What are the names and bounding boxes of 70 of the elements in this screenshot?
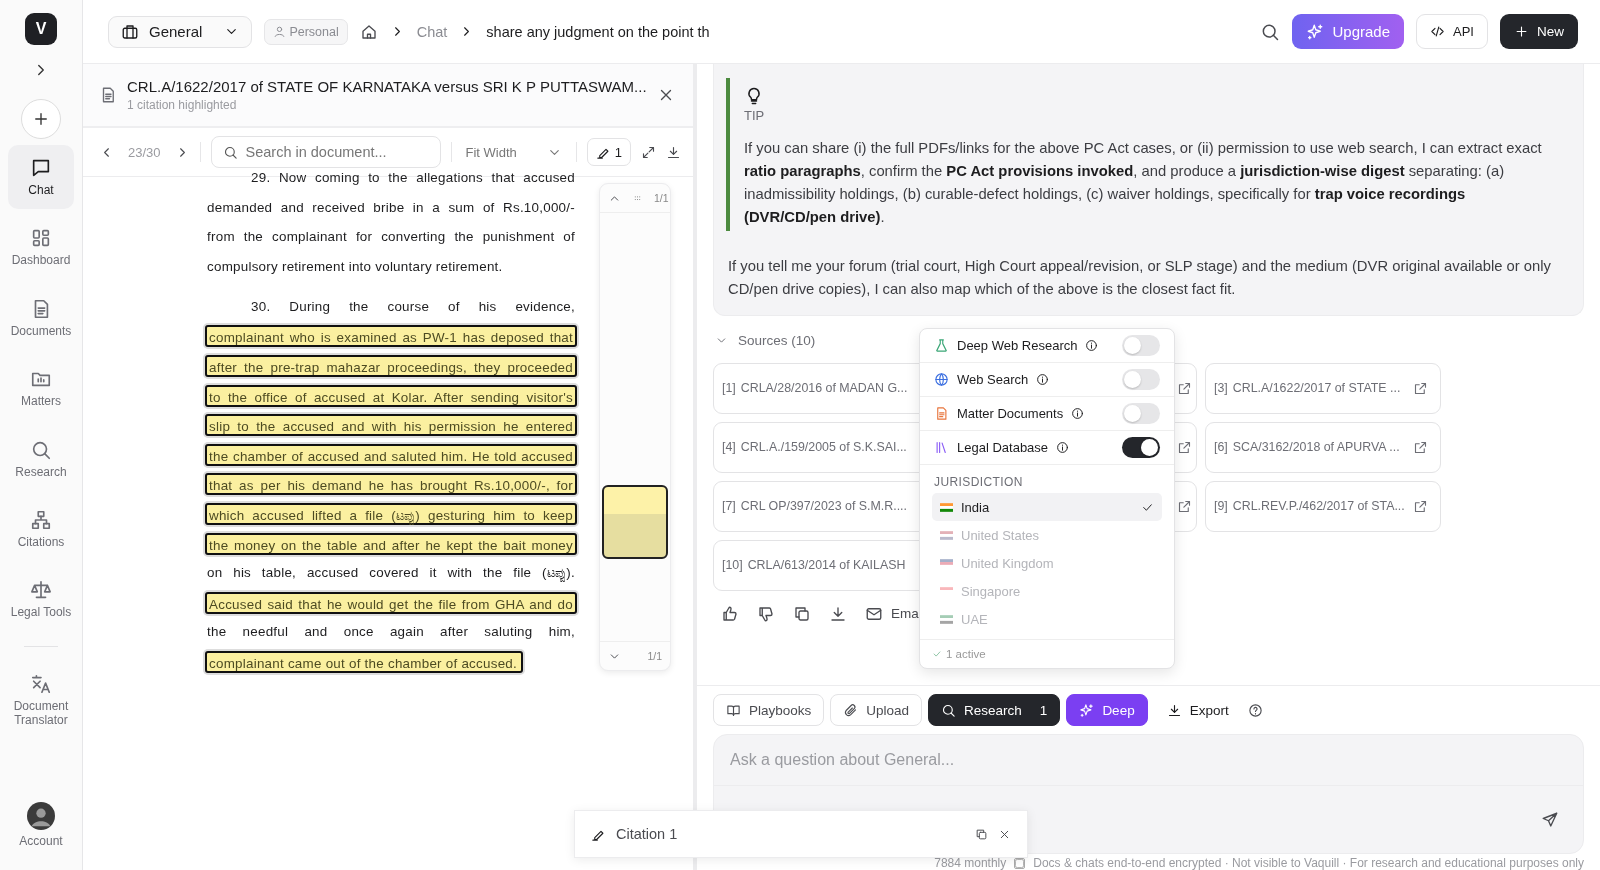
personal-badge: Personal xyxy=(264,18,348,45)
source-title: CRLA/28/2016 of MADAN G... xyxy=(740,381,908,395)
citations-button[interactable]: 1 xyxy=(586,138,631,166)
source-card[interactable]: [9] CRL.REV.P./462/2017 of STA... xyxy=(1205,480,1441,532)
tip-label: TIP xyxy=(744,108,765,123)
source-title: CRL OP/397/2023 of S.M.R.... xyxy=(740,499,907,513)
usage-text: 7884 monthly xyxy=(934,856,1007,870)
sidebar-item[interactable]: Dashboard xyxy=(8,215,74,280)
sidebar-item[interactable]: Legal Tools xyxy=(8,567,74,632)
workspace-dropdown[interactable]: General xyxy=(108,15,253,48)
source-title: CRL.REV.P./462/2017 of STA... xyxy=(1232,499,1405,513)
sidebar-item[interactable]: Chat xyxy=(8,145,74,210)
source-number: [4] xyxy=(722,440,736,454)
api-button[interactable]: API xyxy=(1416,14,1488,49)
document-line: demanded and received bribe in a sum of Rs.10,000/- xyxy=(206,198,576,217)
source-option-label: Web Search xyxy=(957,372,1029,387)
document-line: from the complainant for converting the punishment of xyxy=(206,228,576,247)
source-option-label: Legal Database xyxy=(957,440,1049,455)
toolbar-button[interactable]: Upload xyxy=(830,694,923,726)
zoom-dropdown[interactable]: Fit Width xyxy=(461,144,566,160)
toolbar-button[interactable]: Export xyxy=(1153,694,1242,726)
document-line: the needful and once again after saluting him, xyxy=(206,623,576,642)
country-option[interactable]: India xyxy=(932,493,1162,521)
toolbar-button[interactable]: Research 1 xyxy=(928,694,1061,726)
source-card[interactable]: [3] CRL.A/1622/2017 of STATE ... xyxy=(1205,362,1441,414)
document-line: 30. During the course of his evidence, xyxy=(250,297,576,316)
source-option-label: Deep Web Research xyxy=(957,338,1078,353)
document-line: on his table, accused covered it with the file (ಟಪ್ಪು). xyxy=(206,564,576,584)
message-field[interactable]: Ask a question about General... xyxy=(714,735,1583,785)
page-count: 1/1 xyxy=(654,192,669,204)
count-label: 1 xyxy=(1039,702,1048,718)
sources-toggle[interactable]: Sources (10) xyxy=(715,330,816,350)
source-number: [1] xyxy=(722,381,736,395)
source-title: CRL.A./159/2005 of S.K.SAI... xyxy=(740,440,907,454)
sidebar-item[interactable]: Citations xyxy=(8,496,74,562)
source-number: [7] xyxy=(722,499,736,513)
source-number: [3] xyxy=(1214,381,1228,395)
document-subtitle: 1 citation highlighted xyxy=(127,98,238,112)
source-card[interactable]: [6] SCA/3162/2018 of APURVA ... xyxy=(1205,421,1441,473)
breadcrumb-item: share any judgment on the point th xyxy=(486,23,710,40)
footer-note: Docs & chats end-to-end encrypted · Not visible to Vaquill · For research and educational purposes only xyxy=(1033,856,1584,870)
email-button[interactable]: Ema xyxy=(865,604,919,623)
document-title: CRL.A/1622/2017 of STATE OF KARNATAKA versus SRI K P PUTTASWAM... xyxy=(127,78,647,95)
document-line: 29. Now coming to the allegations that accused xyxy=(250,169,576,187)
sidebar-item[interactable]: Matters xyxy=(8,356,74,421)
source-title: SCA/3162/2018 of APURVA ... xyxy=(1232,440,1400,454)
sidebar-item[interactable]: Research xyxy=(8,426,74,491)
breadcrumb-item[interactable]: Chat xyxy=(416,23,448,40)
page-count: 1/1 xyxy=(647,650,662,662)
upgrade-button[interactable]: Upgrade xyxy=(1292,14,1404,49)
toolbar-button[interactable]: Deep xyxy=(1066,694,1148,726)
new-button[interactable]: New xyxy=(1500,14,1578,49)
page-counter: 23/30 xyxy=(127,144,162,160)
source-number: [10] xyxy=(722,558,743,572)
sidebar-item[interactable]: Document Translator xyxy=(8,660,74,740)
source-title: CRL.A/1622/2017 of STATE ... xyxy=(1232,381,1401,395)
account-label: Account xyxy=(19,834,63,848)
source-option-label: Matter Documents xyxy=(957,406,1064,421)
message-text: If you tell me your forum (trial court, High Court appeal/revision, or SLP stage) and the medium (DVR original available or only CD/pen drive copies), I can also map which of the above is the closest fact fit. xyxy=(728,257,1552,299)
document-line: compulsory retirement into voluntary retirement. xyxy=(206,257,504,276)
workspace-logo[interactable]: V xyxy=(25,13,57,45)
search-field[interactable]: Search in document... xyxy=(210,136,441,168)
sidebar-item[interactable]: Documents xyxy=(8,285,74,351)
toolbar-button[interactable]: Playbooks xyxy=(713,694,825,726)
source-number: [9] xyxy=(1214,499,1228,513)
tip-text: If you can share (i) the full PDFs/links for the above PC Act cases, or (ii) permission to use web search, I can extract exact ratio paragraphs, confirm the PC Act provisions invoked, and produce a jurisdiction-wise digest separating: (a) inadmissibility holdings, (b) curable-defect holdings, (c) waiver holdings, specifically for trap voice recordings (DVR/CD/pen drive). xyxy=(744,139,1543,227)
citation-label: Citation 1 xyxy=(616,826,678,842)
source-title: CRLA/613/2014 of KAILASH xyxy=(747,558,906,572)
source-number: [6] xyxy=(1214,440,1228,454)
active-count: 1 active xyxy=(946,648,986,660)
